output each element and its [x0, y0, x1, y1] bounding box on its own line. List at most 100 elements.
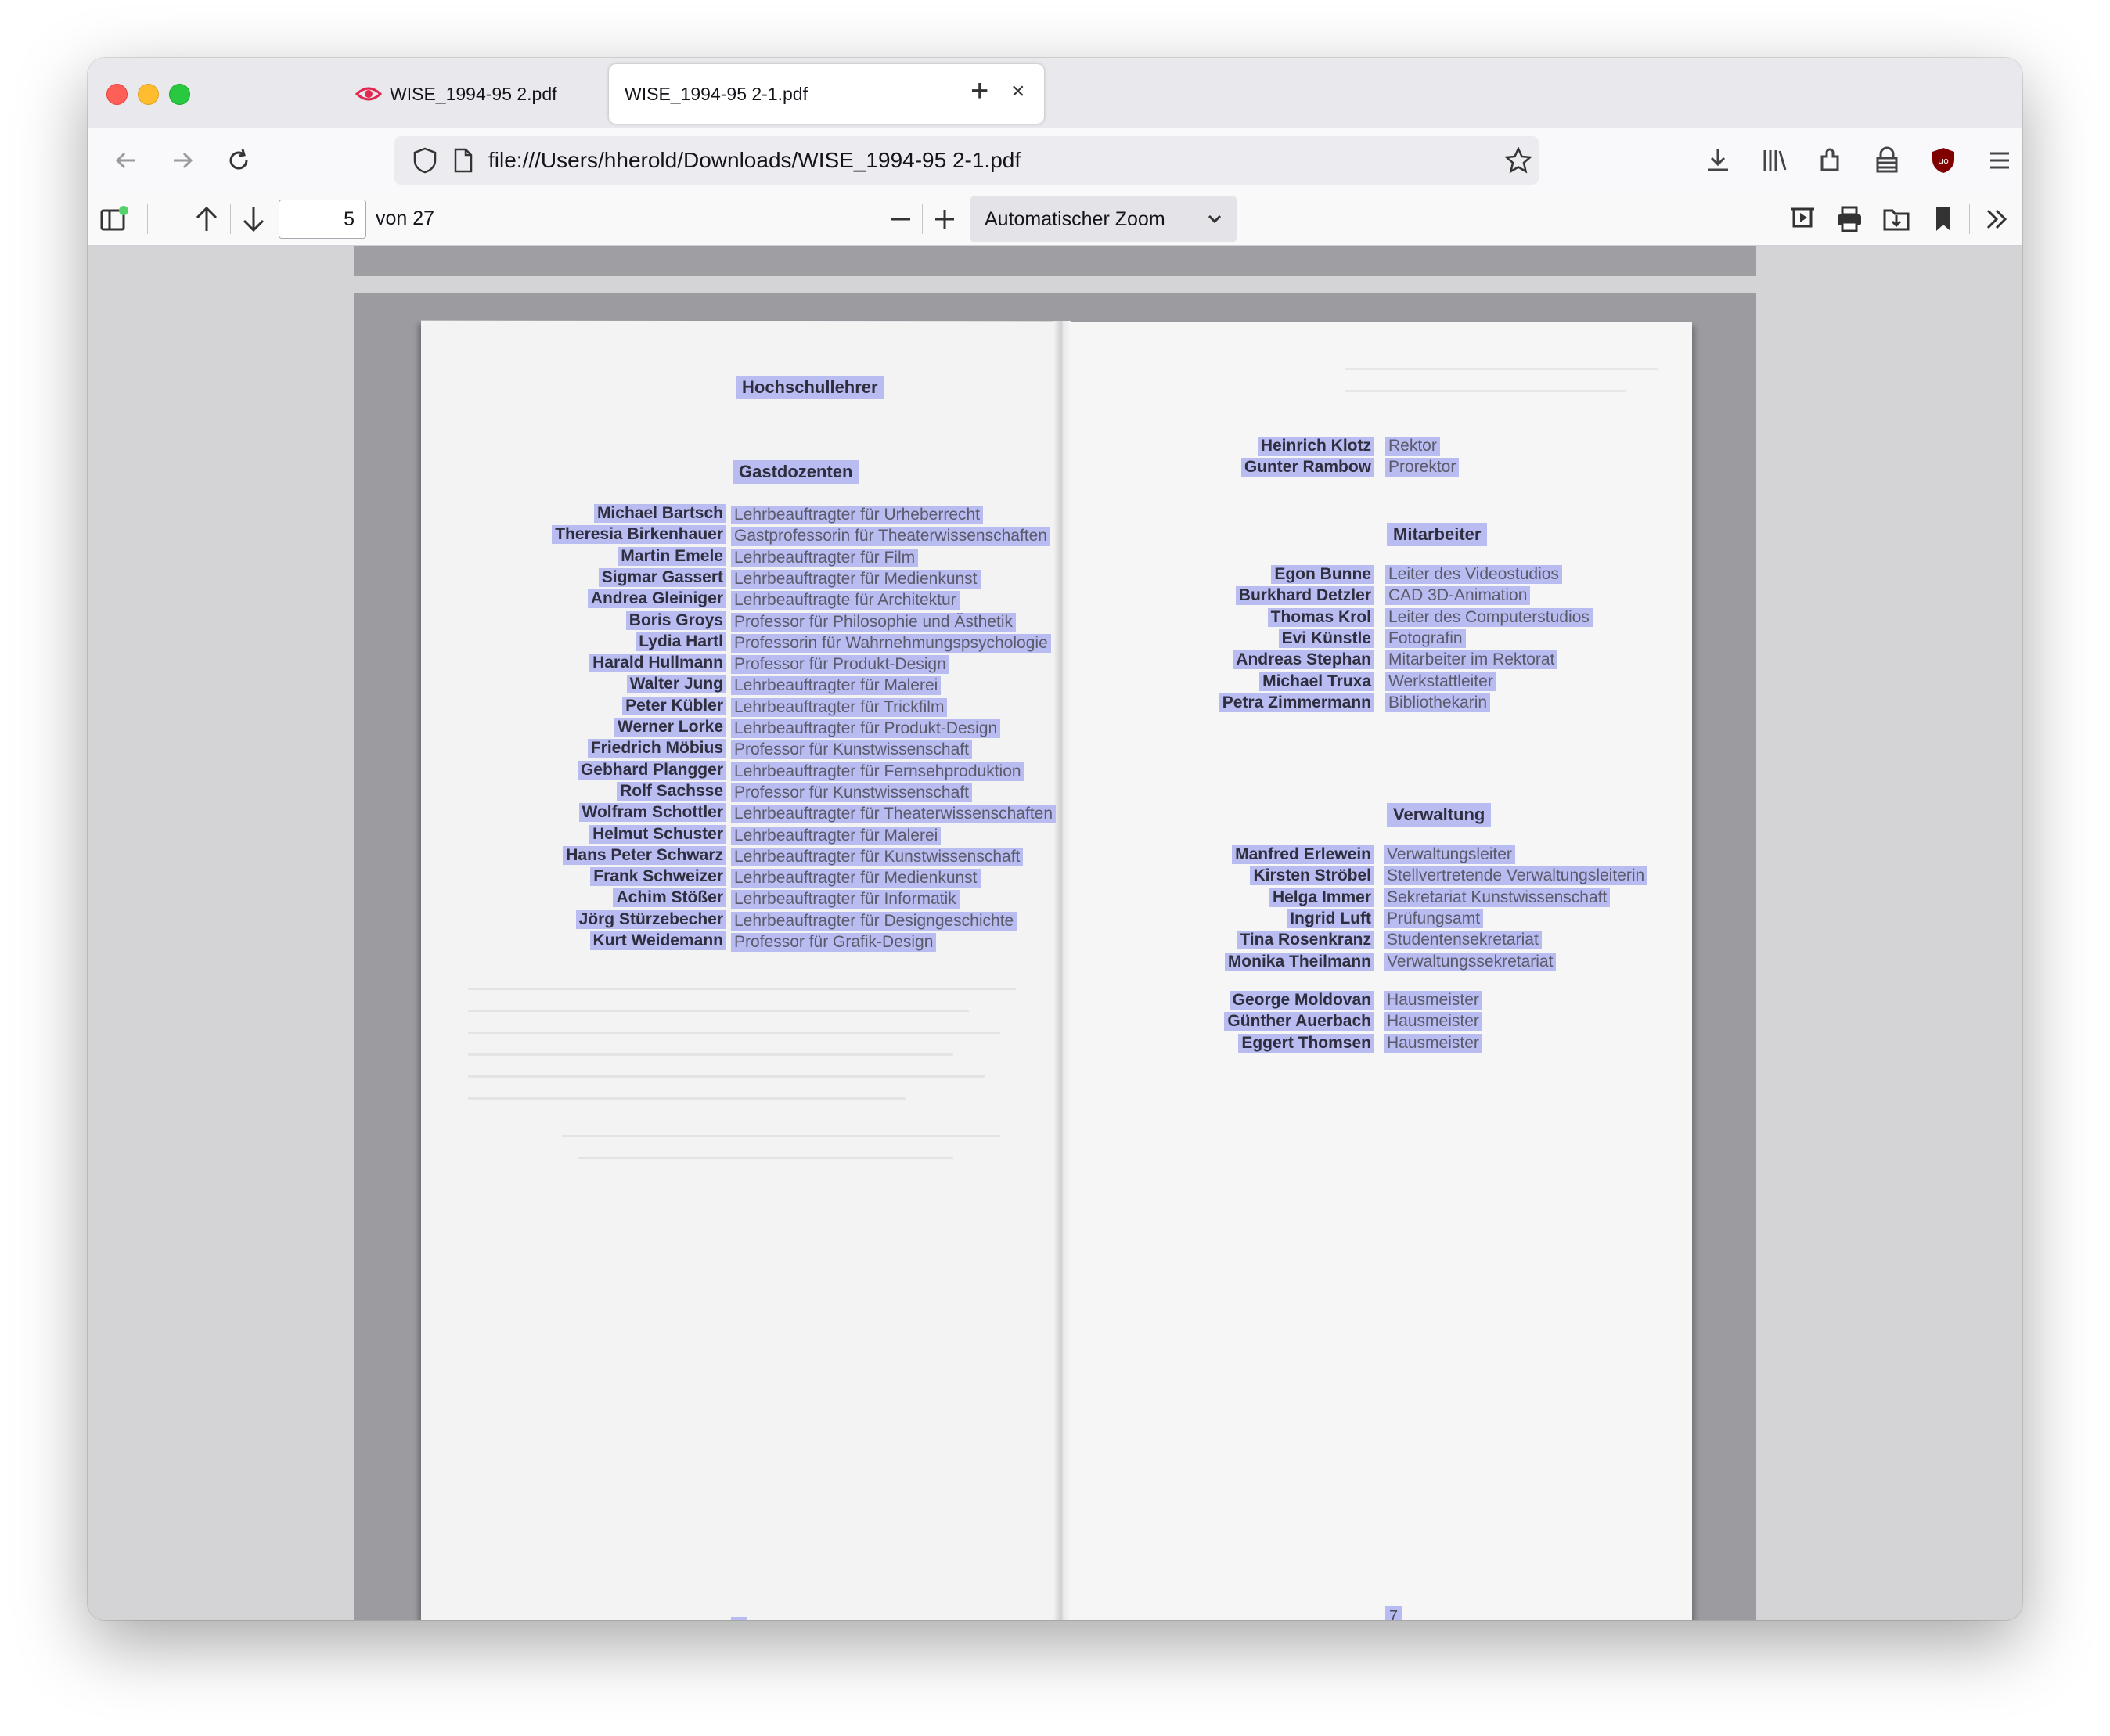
admin-role-entry: Verwaltungssekretariat: [1384, 952, 1557, 971]
zoom-select[interactable]: Automatischer Zoom: [970, 196, 1237, 242]
left-role-entry: Lehrbeauftragter für Malerei: [731, 676, 942, 696]
left-name-entry: Harald Hullmann: [589, 654, 726, 673]
left-role-entry: Professor für Kunstwissenschaft: [731, 783, 972, 802]
caretakers-role-entry: Hausmeister: [1384, 1012, 1482, 1032]
forward-arrow-icon[interactable]: [167, 146, 197, 175]
close-tab-icon[interactable]: ×: [1011, 78, 1025, 105]
caretakers-role-entry: Hausmeister: [1384, 991, 1482, 1010]
admin-role-entry: Verwaltungsleiter: [1384, 845, 1515, 864]
sidebar-toggle-icon[interactable]: [99, 204, 130, 234]
bookmark-icon[interactable]: [1928, 204, 1958, 234]
rectorate-name-entry: Heinrich Klotz: [1257, 437, 1374, 456]
bookmark-star-icon[interactable]: [1504, 147, 1532, 174]
left-name-entry: Kurt Weidemann: [589, 931, 726, 950]
close-window-button[interactable]: [106, 84, 128, 105]
tools-menu-icon[interactable]: [1982, 204, 2011, 234]
rectorate-role-entry: Prorektor: [1385, 458, 1460, 477]
hamburger-menu-icon[interactable]: [1985, 146, 2015, 175]
left-name-entry: Michael Bartsch: [593, 504, 726, 523]
left-name-entry: Peter Kübler: [622, 696, 726, 715]
minimize-window-button[interactable]: [138, 84, 159, 105]
page-number-left: 6: [731, 1617, 748, 1620]
admin-name-entry: Ingrid Luft: [1287, 909, 1374, 928]
staff-role-entry: Mitarbeiter im Rektorat: [1385, 650, 1558, 670]
show-through: [468, 1075, 985, 1078]
left-name-entry: Achim Stößer: [613, 888, 726, 908]
heading-gastdozenten: Gastdozenten: [733, 460, 859, 484]
tab-strip: WISE_1994-95 2.pdf × WISE_1994-95 2-1.pd…: [88, 58, 2022, 128]
new-tab-button[interactable]: +: [970, 74, 988, 109]
eye-icon: [355, 87, 382, 101]
save-download-icon[interactable]: [1881, 204, 1911, 234]
staff-name-entry: Andreas Stephan: [1233, 650, 1374, 670]
admin-role-entry: Stellvertretende Verwaltungsleiterin: [1384, 866, 1648, 886]
left-role-entry: Lehrbeauftragter für Film: [731, 548, 919, 567]
staff-role-entry: Leiter des Computerstudios: [1385, 607, 1593, 627]
rectorate-name-entry: Gunter Rambow: [1240, 458, 1374, 477]
show-through: [562, 1135, 1000, 1137]
zoom-in-icon[interactable]: [931, 206, 958, 232]
reload-icon[interactable]: [224, 146, 254, 175]
right-leaf: [1061, 322, 1692, 1620]
pdf-viewer[interactable]: Hochschullehrer Gastdozenten 6 Mitarbeit…: [88, 246, 2022, 1620]
svg-text:uo: uo: [1938, 156, 1949, 166]
staff-role-entry: Bibliothekarin: [1385, 693, 1491, 712]
left-role-entry: Lehrbeauftragter für Produkt-Design: [731, 719, 1001, 738]
left-name-entry: Andrea Gleiniger: [587, 589, 726, 609]
heading-verwaltung: Verwaltung: [1387, 803, 1492, 827]
page-number-input[interactable]: 5: [279, 200, 366, 239]
left-name-entry: Wolfram Schottler: [578, 803, 726, 823]
left-role-entry: Lehrbeauftragter für Medienkunst: [731, 869, 981, 888]
caretakers-name-entry: Eggert Thomsen: [1238, 1033, 1374, 1053]
left-name-entry: Boris Groys: [625, 610, 726, 630]
url-bar[interactable]: file:///Users/hherold/Downloads/WISE_199…: [394, 136, 1539, 185]
next-page-icon[interactable]: [239, 204, 268, 234]
left-role-entry: Lehrbeauftragter für Theaterwissenschaft…: [731, 805, 1057, 824]
caretakers-role-entry: Hausmeister: [1384, 1033, 1482, 1053]
show-through: [578, 1157, 953, 1159]
zoom-window-button[interactable]: [169, 84, 190, 105]
show-through: [468, 1053, 953, 1056]
left-name-entry: Helmut Schuster: [589, 824, 726, 844]
download-icon[interactable]: [1703, 146, 1733, 175]
zoom-out-icon[interactable]: [888, 206, 914, 232]
extensions-icon[interactable]: [1816, 146, 1845, 175]
left-name-entry: Friedrich Möbius: [587, 739, 726, 758]
staff-name-entry: Evi Künstle: [1278, 628, 1374, 648]
separator: [230, 204, 231, 234]
left-role-entry: Lehrbeauftragter für Kunstwissenschaft: [731, 847, 1024, 866]
back-arrow-icon[interactable]: [111, 146, 141, 175]
caretakers-name-entry: George Moldovan: [1229, 991, 1374, 1010]
left-name-entry: Frank Schweizer: [590, 867, 726, 887]
left-role-entry: Professor für Grafik-Design: [731, 933, 937, 952]
separator: [922, 204, 923, 234]
ublock-shield-icon[interactable]: uo: [1928, 146, 1958, 175]
page-number-right: 7: [1385, 1606, 1402, 1620]
show-through: [468, 1097, 906, 1100]
separator: [1969, 204, 1970, 234]
show-through: [1345, 368, 1658, 370]
lock-icon[interactable]: [1872, 146, 1902, 175]
left-name-entry: Martin Emele: [618, 546, 726, 566]
caretakers-name-entry: Günther Auerbach: [1224, 1012, 1374, 1032]
previous-page-edge: [354, 246, 1756, 276]
left-role-entry: Lehrbeauftragter für Urheberrecht: [731, 506, 984, 524]
left-role-entry: Lehrbeauftragter für Trickfilm: [731, 697, 948, 717]
presentation-mode-icon[interactable]: [1788, 204, 1817, 234]
previous-page-icon[interactable]: [193, 204, 221, 234]
left-role-entry: Lehrbeauftragter für Malerei: [731, 826, 942, 845]
staff-name-entry: Thomas Krol: [1267, 607, 1374, 627]
shield-icon[interactable]: [412, 146, 438, 175]
left-role-entry: Professor für Produkt-Design: [731, 655, 949, 675]
library-icon[interactable]: [1759, 146, 1789, 175]
admin-name-entry: Tina Rosenkranz: [1237, 931, 1374, 950]
staff-role-entry: CAD 3D-Animation: [1385, 586, 1531, 606]
zoom-select-value: Automatischer Zoom: [985, 208, 1165, 230]
tab-title: WISE_1994-95 2-1.pdf: [625, 83, 808, 104]
rectorate-role-entry: Rektor: [1385, 437, 1440, 456]
admin-name-entry: Kirsten Ströbel: [1250, 866, 1374, 886]
print-icon[interactable]: [1835, 204, 1864, 234]
pdf-toolbar: 5 von 27 Automatischer Zoom: [88, 193, 2022, 246]
left-role-entry: Lehrbeauftragter für Medienkunst: [731, 569, 981, 589]
heading-hochschullehrer: Hochschullehrer: [736, 376, 884, 399]
